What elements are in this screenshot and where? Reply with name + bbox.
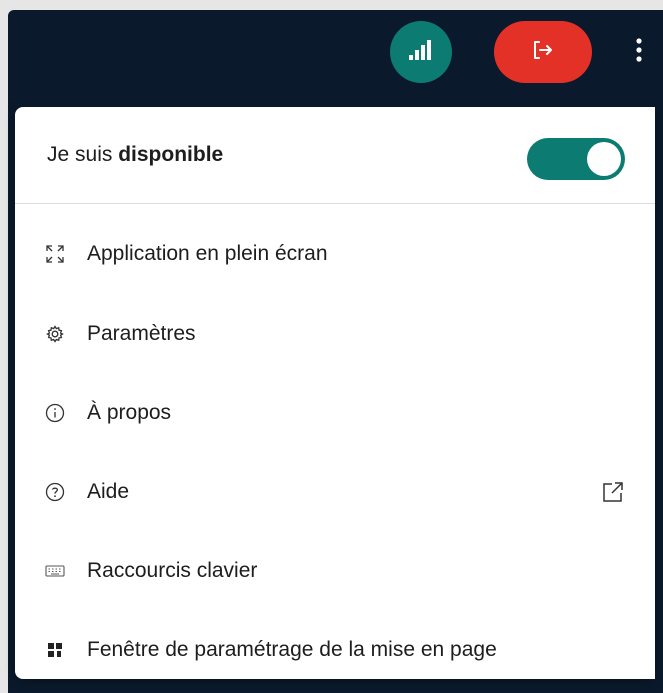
menu-item-keyboard-shortcuts[interactable]: Raccourcis clavier [15, 541, 655, 601]
availability-state: disponible [118, 143, 224, 166]
more-vertical-icon [635, 37, 643, 68]
menu-item-layout-settings[interactable]: Fenêtre de paramétrage de la mise en pag… [15, 620, 655, 680]
availability-prefix: Je suis [47, 143, 119, 166]
menu-item-label: Fenêtre de paramétrage de la mise en pag… [87, 638, 497, 661]
keyboard-icon [45, 561, 65, 581]
availability-row: Je suis disponible [15, 107, 655, 204]
availability-toggle[interactable] [527, 138, 625, 180]
menu-item-label: Aide [87, 480, 130, 503]
external-link-icon [601, 480, 625, 504]
layout-icon [45, 640, 65, 660]
menu-item-label: Paramètres [87, 322, 196, 345]
help-icon [45, 482, 65, 502]
top-bar [8, 10, 663, 110]
leave-button[interactable] [494, 21, 592, 83]
availability-label: Je suis disponible [47, 143, 223, 167]
signal-bars-icon [408, 39, 434, 66]
menu-item-settings[interactable]: Paramètres [15, 304, 655, 364]
more-options-button[interactable] [624, 32, 654, 72]
gear-icon [45, 324, 65, 344]
fullscreen-icon [45, 244, 65, 264]
menu-item-label: Raccourcis clavier [87, 559, 258, 582]
toggle-knob [587, 142, 621, 176]
menu-item-fullscreen[interactable]: Application en plein écran [15, 224, 655, 284]
leave-icon [530, 37, 556, 68]
menu-item-label: À propos [87, 401, 172, 424]
connection-quality-button[interactable] [390, 21, 452, 83]
menu-item-about[interactable]: À propos [15, 383, 655, 443]
settings-menu: Je suis disponible Application en plein … [15, 107, 655, 679]
menu-item-label: Application en plein écran [87, 242, 328, 265]
info-icon [45, 403, 65, 423]
menu-item-help[interactable]: Aide [15, 462, 655, 522]
